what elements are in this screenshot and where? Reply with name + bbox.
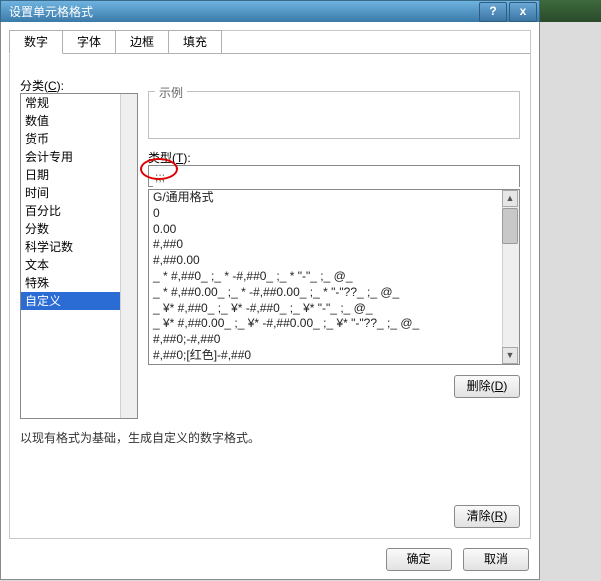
format-item[interactable]: _ ¥* #,##0_ ;_ ¥* -#,##0_ ;_ ¥* "-"_ ;_ … bbox=[149, 301, 519, 317]
format-item[interactable]: _ * #,##0_ ;_ * -#,##0_ ;_ * "-"_ ;_ @_ bbox=[149, 269, 519, 285]
category-label: 分类(C): bbox=[20, 77, 64, 94]
format-item[interactable]: #,##0 bbox=[149, 237, 519, 253]
tab-fill[interactable]: 填充 bbox=[168, 30, 222, 54]
tab-underline bbox=[10, 53, 530, 54]
dialog-buttons: 确定 取消 bbox=[378, 548, 529, 571]
scroll-down-icon[interactable]: ▼ bbox=[502, 347, 518, 364]
ok-button[interactable]: 确定 bbox=[386, 548, 452, 571]
format-item[interactable]: #,##0.00 bbox=[149, 253, 519, 269]
sample-box: 示例 bbox=[148, 91, 520, 139]
tabstrip: 数字字体边框填充 bbox=[9, 30, 221, 54]
format-item[interactable]: #,##0;[红色]-#,##0 bbox=[149, 348, 519, 364]
format-item[interactable]: 0.00 bbox=[149, 222, 519, 238]
format-item[interactable]: #,##0.00;-#,##0.00 bbox=[149, 364, 519, 365]
hint-text: 以现有格式为基础，生成自定义的数字格式。 bbox=[20, 429, 260, 446]
window-title: 设置单元格格式 bbox=[9, 5, 93, 19]
tab-font[interactable]: 字体 bbox=[62, 30, 116, 54]
close-button[interactable]: x bbox=[509, 2, 537, 22]
help-button[interactable]: ? bbox=[479, 2, 507, 22]
dialog-inner: 数字字体边框填充 分类(C): 常规 数值 货币 会计专用 日期 时间 百分比 … bbox=[9, 30, 531, 539]
scroll-up-icon[interactable]: ▲ bbox=[502, 190, 518, 207]
cancel-button[interactable]: 取消 bbox=[463, 548, 529, 571]
scroll-thumb[interactable] bbox=[502, 208, 518, 244]
tab-border[interactable]: 边框 bbox=[115, 30, 169, 54]
type-label: 类型(T): bbox=[148, 149, 191, 166]
format-item[interactable]: G/通用格式 bbox=[149, 190, 519, 206]
type-input-wrap bbox=[148, 165, 520, 187]
format-listbox[interactable]: G/通用格式 0 0.00 #,##0 #,##0.00 _ * #,##0_ … bbox=[148, 189, 520, 365]
clear-button[interactable]: 清除(R) bbox=[454, 505, 520, 528]
type-input[interactable] bbox=[153, 166, 519, 188]
format-item[interactable]: _ * #,##0.00_ ;_ * -#,##0.00_ ;_ * "-"??… bbox=[149, 285, 519, 301]
format-item[interactable]: _ ¥* #,##0.00_ ;_ ¥* -#,##0.00_ ;_ ¥* "-… bbox=[149, 316, 519, 332]
format-item[interactable]: #,##0;-#,##0 bbox=[149, 332, 519, 348]
titlebar[interactable]: 设置单元格格式 ? x bbox=[0, 0, 540, 22]
sample-label: 示例 bbox=[155, 84, 187, 101]
dialog-client: 数字字体边框填充 分类(C): 常规 数值 货币 会计专用 日期 时间 百分比 … bbox=[0, 22, 540, 580]
category-listbox[interactable]: 常规 数值 货币 会计专用 日期 时间 百分比 分数 科学记数 文本 特殊 自定… bbox=[20, 93, 138, 419]
category-scrollbar[interactable] bbox=[120, 94, 137, 418]
format-scrollbar[interactable]: ▲ ▼ bbox=[502, 190, 519, 364]
tab-number[interactable]: 数字 bbox=[9, 30, 63, 54]
delete-button[interactable]: 删除(D) bbox=[454, 375, 520, 398]
format-item[interactable]: 0 bbox=[149, 206, 519, 222]
